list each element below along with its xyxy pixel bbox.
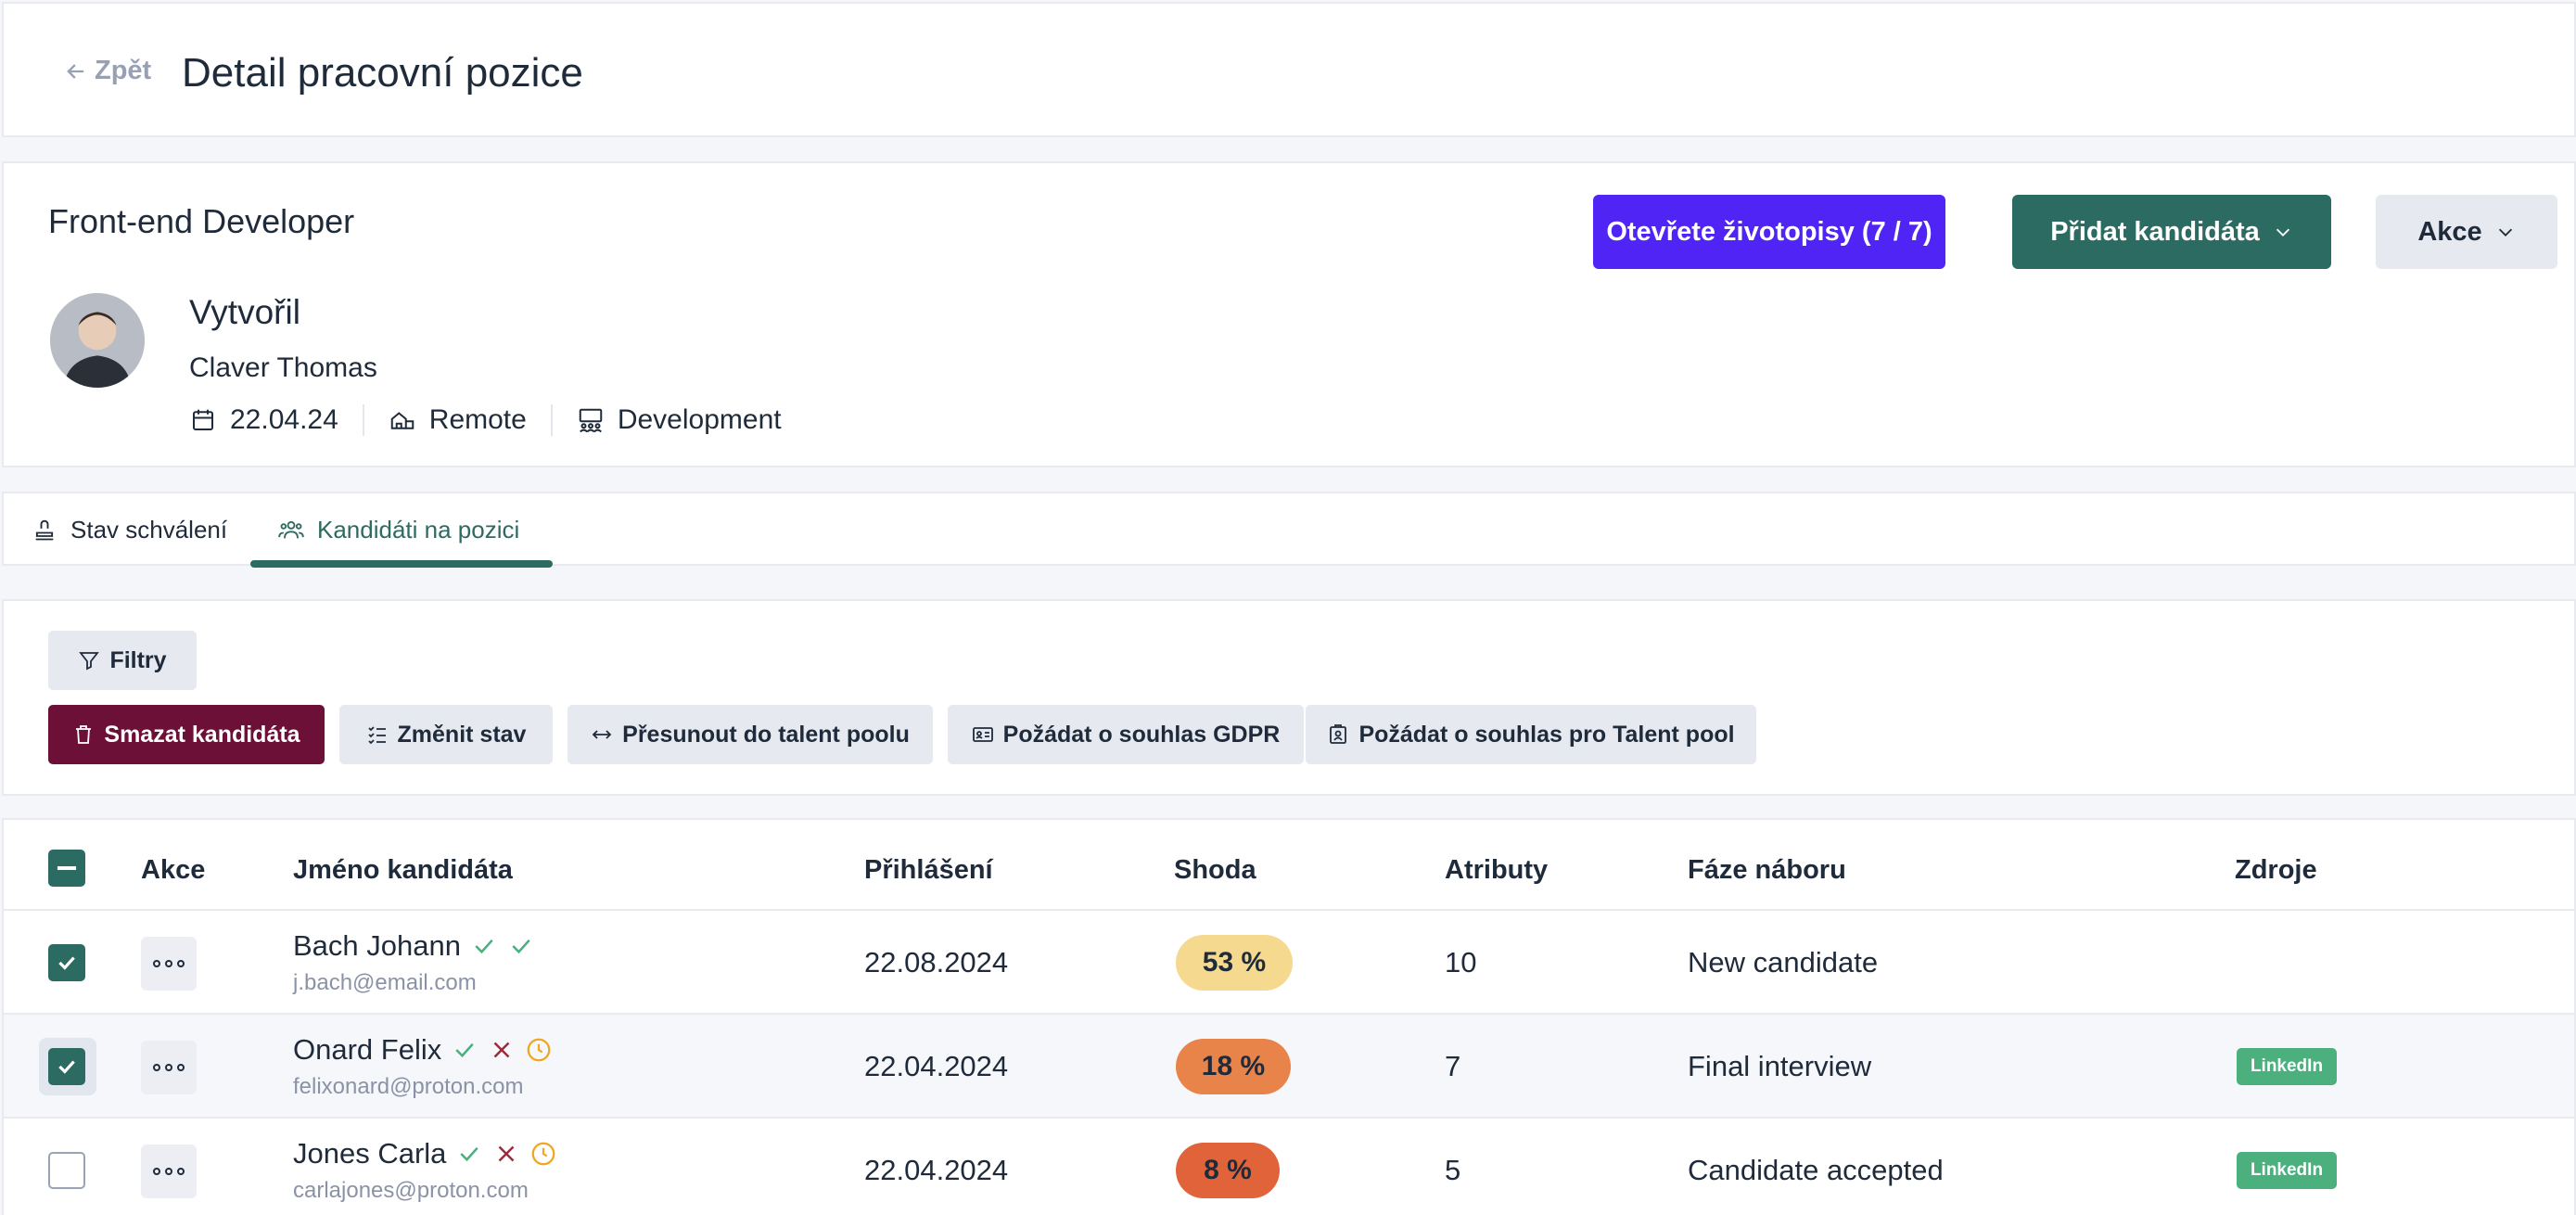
badge-icon xyxy=(1330,724,1347,744)
attributes-count: 10 xyxy=(1445,946,1477,978)
calendar-icon xyxy=(193,409,213,430)
candidates-table: Akce Jméno kandidáta Přihlášení Shoda At… xyxy=(2,818,2576,1215)
applied-date: 22.04.2024 xyxy=(864,1050,1009,1082)
column-header-attributes[interactable]: Atributy xyxy=(1445,855,1548,886)
candidate-name[interactable]: Jones Carla xyxy=(293,1137,557,1170)
row-checkbox[interactable] xyxy=(48,944,85,981)
filters-button[interactable]: Filtry xyxy=(48,631,197,690)
check-icon xyxy=(58,1060,75,1074)
column-header-actions: Akce xyxy=(141,855,206,885)
recruitment-phase: New candidate xyxy=(1688,946,1879,978)
active-tab-indicator xyxy=(250,560,553,568)
meta-date: 22.04.24 xyxy=(189,404,363,436)
tabs-bar: Stav schválení Kandidáti na pozici xyxy=(2,492,2576,568)
meta-department: Development xyxy=(550,404,806,436)
row-actions-button[interactable] xyxy=(141,937,197,991)
match-badge: 8 % xyxy=(1176,1143,1280,1198)
position-card: Front-end Developer Vytvořil Claver Thom… xyxy=(2,161,2576,467)
column-header-sources[interactable]: Zdroje xyxy=(2235,855,2317,886)
candidate-name[interactable]: Bach Johann xyxy=(293,929,535,963)
gdpr-consent-button[interactable]: Požádat o souhlas GDPR xyxy=(948,705,1304,764)
chevron-down-icon xyxy=(2498,228,2512,237)
candidate-email: felixonard@proton.com xyxy=(293,1074,524,1099)
cross-icon xyxy=(493,1042,510,1058)
candidate-email: j.bach@email.com xyxy=(293,970,477,995)
table-row[interactable]: Bach Johann j.bach@email.com 22.08.2024 … xyxy=(4,911,2574,1015)
add-candidate-button[interactable]: Přidat kandidáta xyxy=(2012,195,2331,269)
cross-icon xyxy=(499,1145,515,1162)
check-icon xyxy=(512,939,530,954)
row-actions-button[interactable] xyxy=(141,1145,197,1198)
move-to-talent-pool-button[interactable]: Přesunout do talent poolu xyxy=(567,705,933,764)
column-header-match[interactable]: Shoda xyxy=(1174,855,1256,886)
filter-icon xyxy=(79,652,100,671)
recruitment-phase: Candidate accepted xyxy=(1688,1154,1944,1186)
candidate-email: carlajones@proton.com xyxy=(293,1178,529,1203)
clock-icon xyxy=(527,1038,551,1062)
position-title: Front-end Developer xyxy=(48,202,355,240)
toolbar: Filtry Smazat kandidáta Změnit stav Přes… xyxy=(2,599,2576,796)
avatar xyxy=(50,293,145,388)
change-status-button[interactable]: Změnit stav xyxy=(339,705,553,764)
clock-icon xyxy=(532,1142,555,1166)
actions-button[interactable]: Akce xyxy=(2376,195,2557,269)
stamp-icon xyxy=(35,519,54,541)
row-checkbox[interactable] xyxy=(48,1048,85,1085)
match-badge: 53 % xyxy=(1176,935,1293,991)
recruitment-phase: Final interview xyxy=(1688,1050,1872,1082)
applied-date: 22.08.2024 xyxy=(864,946,1009,978)
id-card-icon xyxy=(972,727,993,742)
attributes-count: 7 xyxy=(1445,1050,1461,1082)
users-icon xyxy=(278,520,304,539)
select-all-checkbox[interactable] xyxy=(48,850,85,887)
trash-icon xyxy=(76,725,92,744)
match-badge: 18 % xyxy=(1176,1039,1291,1094)
column-header-applied[interactable]: Přihlášení xyxy=(864,855,993,886)
team-icon xyxy=(579,408,603,433)
check-icon xyxy=(455,1042,474,1058)
talent-pool-consent-button[interactable]: Požádat o souhlas pro Talent pool xyxy=(1306,705,1756,764)
table-row[interactable]: Jones Carla carlajones@proton.com 22.04.… xyxy=(4,1119,2574,1215)
check-icon xyxy=(475,939,493,954)
created-by-label: Vytvořil xyxy=(189,293,300,331)
checklist-icon xyxy=(367,726,386,745)
table-row[interactable]: Onard Felix felixonard@proton.com 22.04.… xyxy=(4,1015,2574,1119)
tab-approval-status[interactable]: Stav schválení xyxy=(32,493,227,566)
arrows-horizontal-icon xyxy=(592,730,612,739)
check-icon xyxy=(460,1146,479,1162)
arrow-left-icon xyxy=(67,63,84,79)
page-title: Detail pracovní pozice xyxy=(182,50,583,96)
meta-work-mode: Remote xyxy=(362,404,551,436)
back-label: Zpět xyxy=(95,56,152,85)
applied-date: 22.04.2024 xyxy=(864,1154,1009,1186)
source-badge: LinkedIn xyxy=(2237,1152,2337,1189)
back-link[interactable]: Zpět xyxy=(63,56,151,86)
row-actions-button[interactable] xyxy=(141,1041,197,1094)
position-meta: 22.04.24 Remote Development xyxy=(189,399,806,441)
candidate-name[interactable]: Onard Felix xyxy=(293,1033,553,1067)
open-cv-button[interactable]: Otevřete životopisy (7 / 7) xyxy=(1593,195,1945,269)
tab-candidates[interactable]: Kandidáti na pozici xyxy=(278,493,519,566)
column-header-phase[interactable]: Fáze náboru xyxy=(1688,855,1846,886)
page-header: Zpět Detail pracovní pozice xyxy=(2,2,2576,137)
home-office-icon xyxy=(390,412,414,429)
delete-candidate-button[interactable]: Smazat kandidáta xyxy=(48,705,325,764)
check-icon xyxy=(58,956,75,970)
column-header-name[interactable]: Jméno kandidáta xyxy=(293,855,513,886)
creator-name: Claver Thomas xyxy=(189,352,377,383)
attributes-count: 5 xyxy=(1445,1154,1461,1186)
chevron-down-icon xyxy=(2276,228,2289,237)
source-badge: LinkedIn xyxy=(2237,1048,2337,1085)
row-checkbox[interactable] xyxy=(48,1152,85,1189)
